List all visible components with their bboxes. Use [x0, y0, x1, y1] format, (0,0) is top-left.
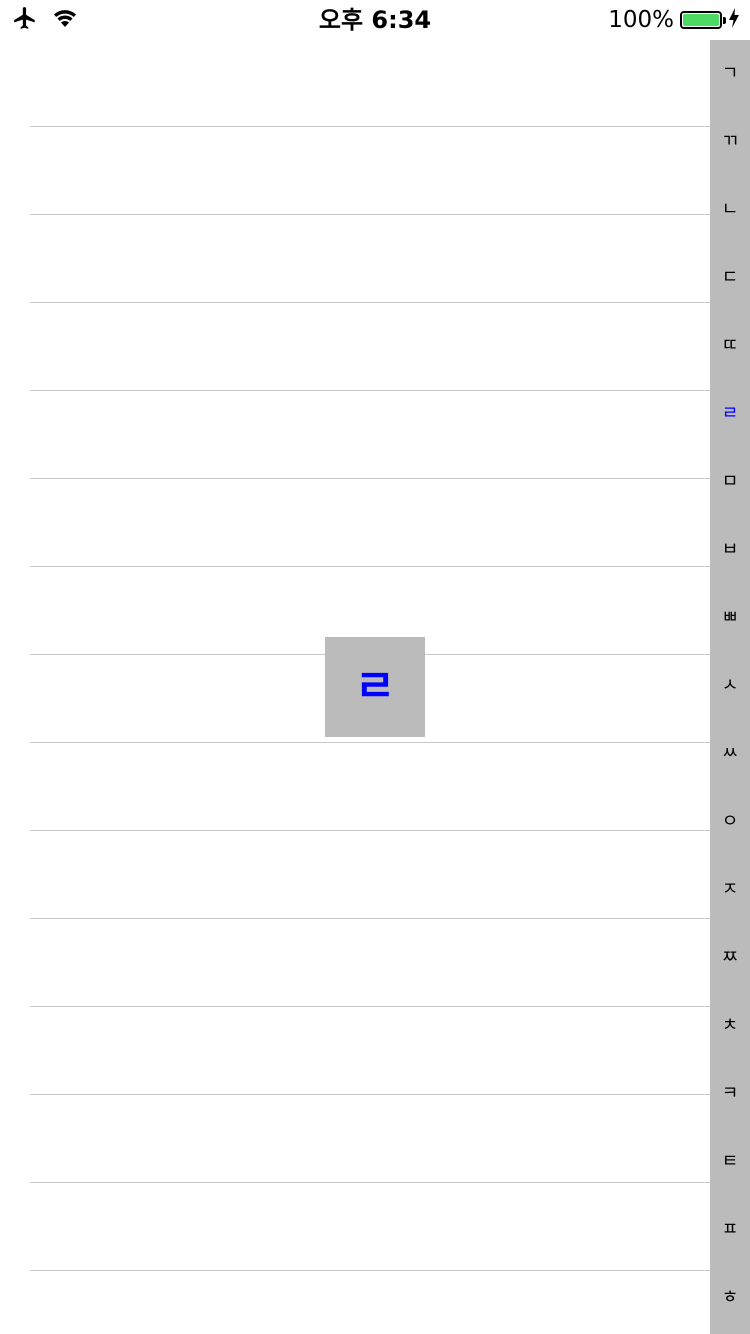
index-letter[interactable]: ㅉ: [710, 940, 750, 976]
status-right: 100%: [608, 6, 740, 34]
index-letter[interactable]: ㄹ: [710, 396, 750, 432]
table-row[interactable]: [30, 1271, 750, 1334]
table-row[interactable]: [30, 1183, 750, 1271]
table-row[interactable]: [30, 215, 750, 303]
index-letter[interactable]: ㅌ: [710, 1144, 750, 1180]
battery-cap: [723, 17, 726, 24]
section-index-bar[interactable]: ㄱㄲㄴㄷㄸㄹㅁㅂㅃㅅㅆㅇㅈㅉㅊㅋㅌㅍㅎ: [710, 40, 750, 1334]
charging-bolt-icon: [728, 7, 740, 33]
battery-percent: 100%: [608, 7, 674, 33]
index-letter[interactable]: ㅋ: [710, 1076, 750, 1112]
overlay-letter: ㄹ: [354, 661, 396, 712]
index-letter[interactable]: ㅂ: [710, 532, 750, 568]
index-letter[interactable]: ㅅ: [710, 668, 750, 704]
index-letter[interactable]: ㅍ: [710, 1212, 750, 1248]
status-bar: 오후 6:34 100%: [0, 0, 750, 40]
table-row[interactable]: [30, 40, 750, 127]
index-letter[interactable]: ㅆ: [710, 736, 750, 772]
table-row[interactable]: [30, 1095, 750, 1183]
index-letter[interactable]: ㄴ: [710, 192, 750, 228]
section-index-overlay: ㄹ: [325, 637, 425, 737]
table-row[interactable]: [30, 303, 750, 391]
screen: 오후 6:34 100% ㄱㄲㄴㄷㄸㄹㅁㅂㅃㅅㅆㅇㅈㅉㅊㅋㅌㅍㅎ ㄹ: [0, 0, 750, 1334]
index-letter[interactable]: ㄸ: [710, 328, 750, 364]
battery-icon: [680, 11, 726, 29]
index-letter[interactable]: ㄷ: [710, 260, 750, 296]
index-letter[interactable]: ㅊ: [710, 1008, 750, 1044]
index-letter[interactable]: ㄱ: [710, 56, 750, 92]
index-letter[interactable]: ㅈ: [710, 872, 750, 908]
table-row[interactable]: [30, 919, 750, 1007]
table-row[interactable]: [30, 391, 750, 479]
index-letter[interactable]: ㄲ: [710, 124, 750, 160]
index-letter[interactable]: ㅁ: [710, 464, 750, 500]
battery-level-fill: [683, 14, 719, 26]
index-letter[interactable]: ㅇ: [710, 804, 750, 840]
table-row[interactable]: [30, 1007, 750, 1095]
table-row[interactable]: [30, 743, 750, 831]
index-letter[interactable]: ㅃ: [710, 600, 750, 636]
index-letter[interactable]: ㅎ: [710, 1280, 750, 1316]
table-row[interactable]: [30, 831, 750, 919]
table-row[interactable]: [30, 127, 750, 215]
table-row[interactable]: [30, 479, 750, 567]
